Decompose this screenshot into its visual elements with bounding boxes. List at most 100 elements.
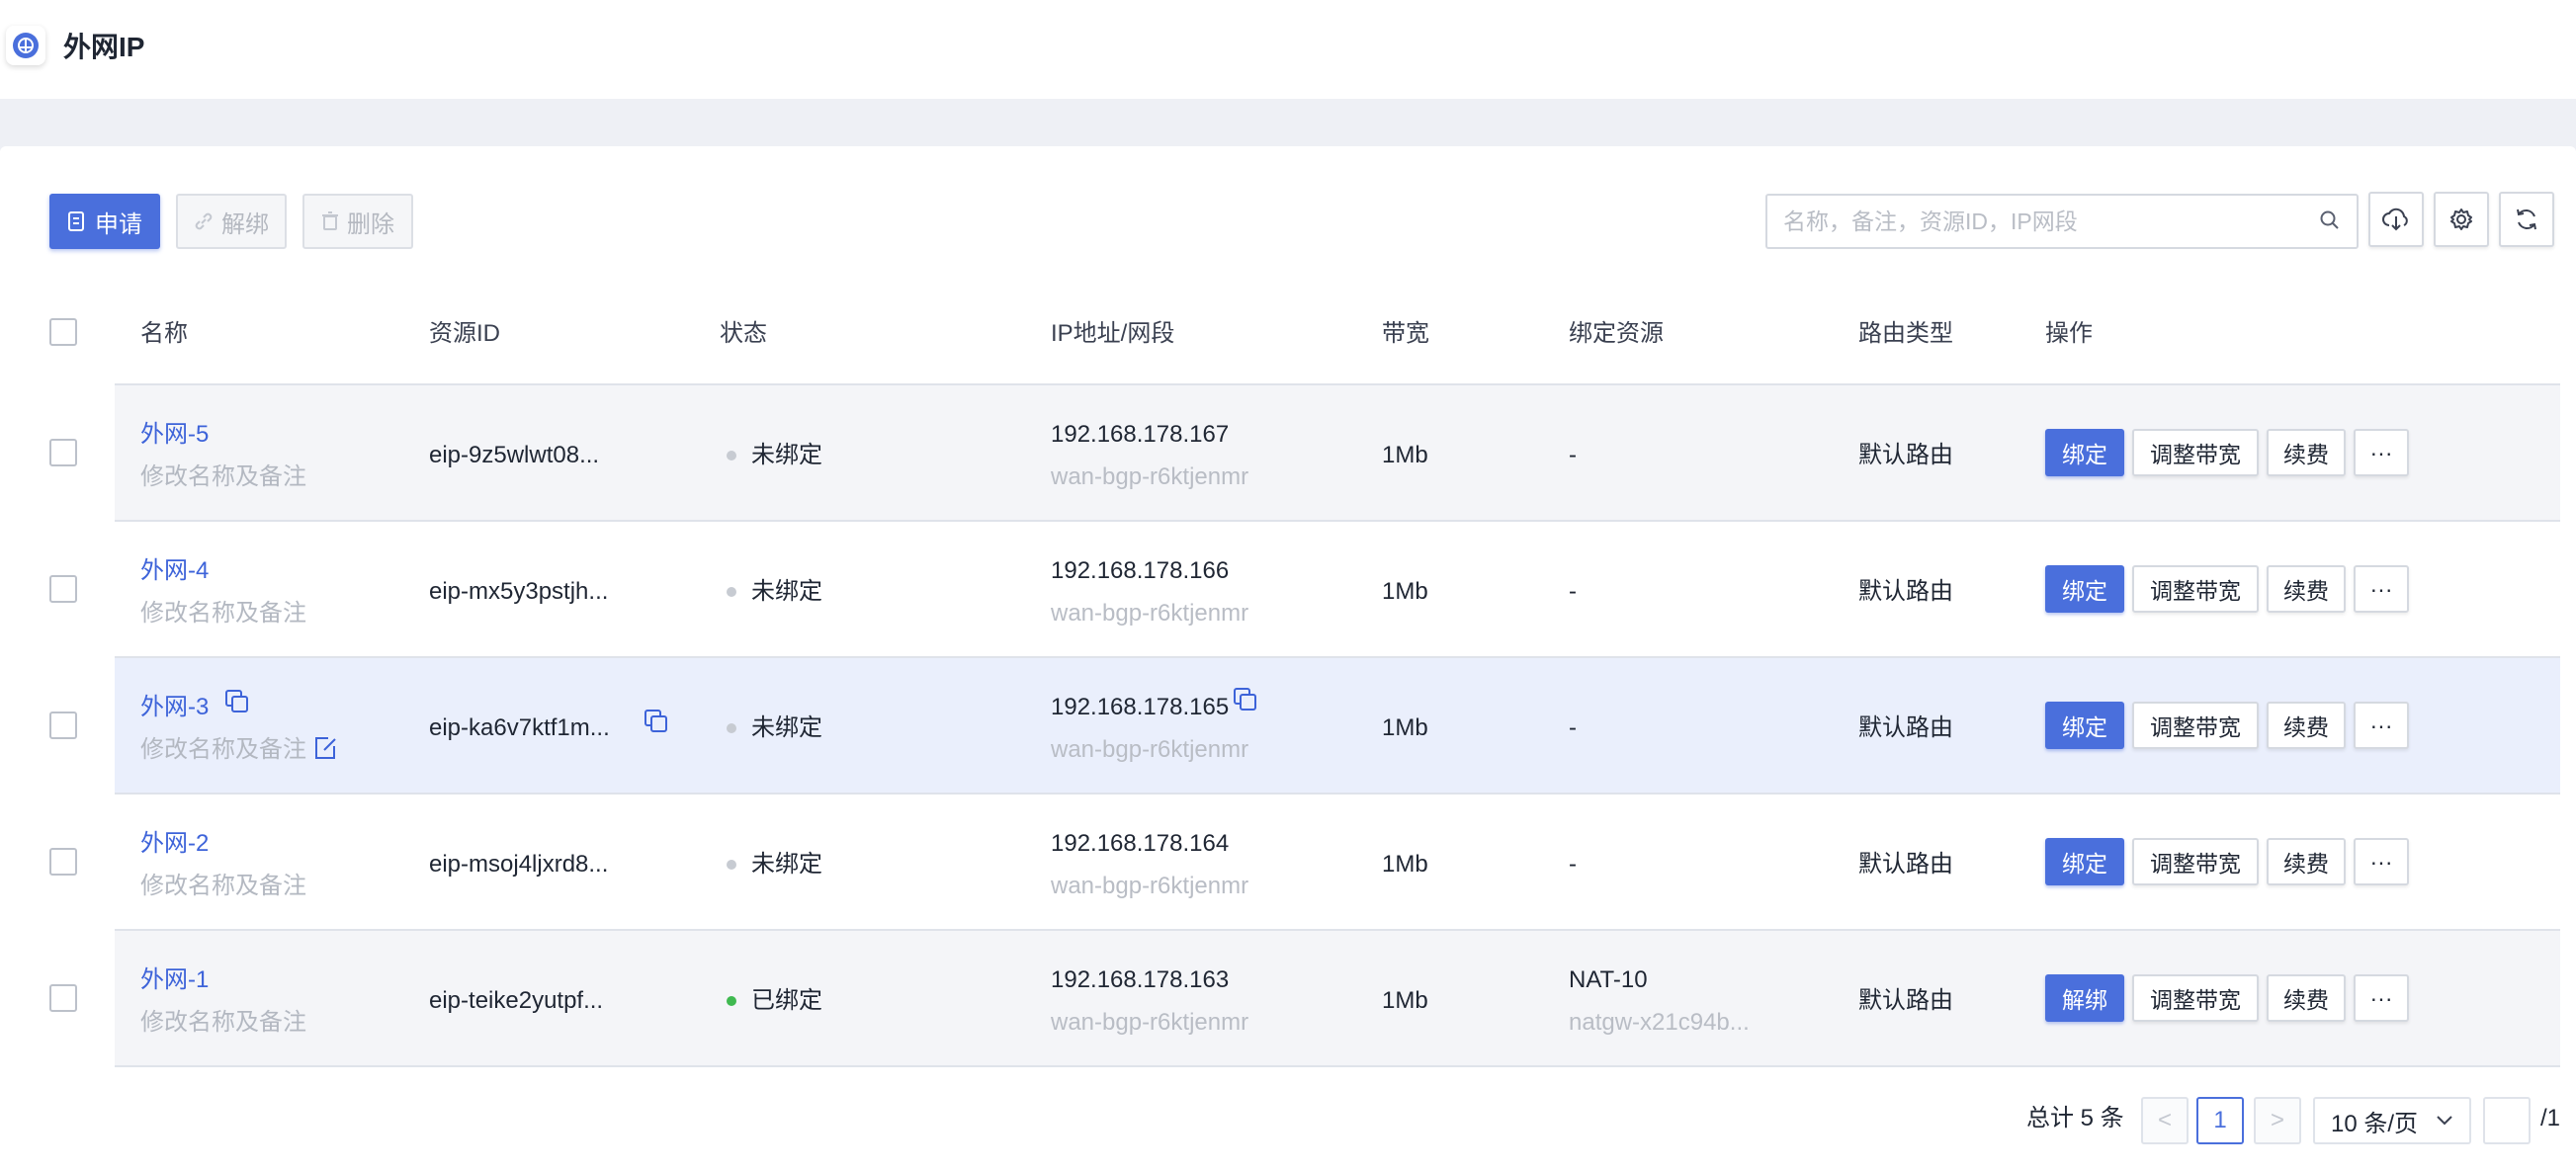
page-1-button[interactable]: 1 xyxy=(2196,1097,2244,1144)
status-dot xyxy=(727,723,736,733)
row-remark-link[interactable]: 修改名称及备注 xyxy=(140,734,306,766)
row-resource-id: eip-mx5y3pstjh... xyxy=(429,578,609,605)
apply-button[interactable]: 申请 xyxy=(49,194,160,249)
settings-button[interactable] xyxy=(2434,192,2489,247)
next-page-button[interactable]: > xyxy=(2254,1097,2301,1144)
row-bandwidth: 1Mb xyxy=(1382,851,1428,878)
more-button[interactable]: ··· xyxy=(2354,974,2409,1022)
trash-icon xyxy=(322,211,338,230)
apply-button-label: 申请 xyxy=(95,210,142,238)
renew-button[interactable]: 续费 xyxy=(2267,429,2346,476)
status-dot xyxy=(727,860,736,870)
table-row: 外网-5 修改名称及备注 eip-9z5wlwt08... 未绑定 192.16… xyxy=(115,383,2560,520)
row-checkbox[interactable] xyxy=(49,984,77,1012)
copy-icon[interactable] xyxy=(1232,686,1259,713)
gear-icon xyxy=(2450,209,2472,230)
renew-button[interactable]: 续费 xyxy=(2267,974,2346,1022)
cloud-download-icon xyxy=(2382,208,2408,231)
page-size-select[interactable]: 10 条/页 xyxy=(2313,1097,2471,1144)
column-header-name: 名称 xyxy=(140,320,188,347)
row-name-link[interactable]: 外网-2 xyxy=(140,828,209,860)
delete-button[interactable]: 删除 xyxy=(302,194,413,249)
table-row: 外网-3 修改名称及备注 eip-ka6v7ktf1m... 未绑定 192.1… xyxy=(115,656,2560,793)
select-all-checkbox[interactable] xyxy=(49,318,77,346)
bind-button[interactable]: 绑定 xyxy=(2045,429,2124,476)
row-bound-resource-id: natgw-x21c94b... xyxy=(1569,1009,1750,1036)
row-ip: 192.168.178.163 xyxy=(1051,966,1230,993)
adjust-bandwidth-button[interactable]: 调整带宽 xyxy=(2132,429,2259,476)
row-name-link[interactable]: 外网-3 xyxy=(140,692,209,723)
edit-icon[interactable] xyxy=(312,735,338,761)
row-resource-id: eip-ka6v7ktf1m... xyxy=(429,714,610,741)
page-jump-input[interactable] xyxy=(2483,1097,2531,1144)
row-checkbox[interactable] xyxy=(49,439,77,466)
table-bottom-divider xyxy=(115,1065,2560,1067)
renew-button[interactable]: 续费 xyxy=(2267,702,2346,749)
network-globe-icon xyxy=(13,33,39,58)
row-name-link[interactable]: 外网-4 xyxy=(140,555,209,587)
row-bound-resource: NAT-10 xyxy=(1569,966,1648,993)
row-checkbox[interactable] xyxy=(49,848,77,876)
search-input[interactable] xyxy=(1783,206,2297,237)
unbind-button[interactable]: 解绑 xyxy=(176,194,287,249)
refresh-button[interactable] xyxy=(2499,192,2554,247)
renew-button[interactable]: 续费 xyxy=(2267,838,2346,885)
row-bound-resource: - xyxy=(1569,442,1577,468)
row-route-type: 默认路由 xyxy=(1858,851,1953,878)
row-remark-link[interactable]: 修改名称及备注 xyxy=(140,461,306,493)
column-header-route-type: 路由类型 xyxy=(1858,320,1953,347)
bind-button[interactable]: 绑定 xyxy=(2045,565,2124,613)
search-icon[interactable] xyxy=(2319,209,2341,231)
adjust-bandwidth-button[interactable]: 调整带宽 xyxy=(2132,565,2259,613)
document-icon xyxy=(68,211,84,231)
row-status: 未绑定 xyxy=(751,578,822,605)
row-bandwidth: 1Mb xyxy=(1382,714,1428,741)
page-size-value: 10 条/页 xyxy=(2331,1110,2419,1137)
chevron-down-icon xyxy=(2437,1116,2452,1126)
more-button[interactable]: ··· xyxy=(2354,702,2409,749)
column-header-bound-resource: 绑定资源 xyxy=(1569,320,1664,347)
more-button[interactable]: ··· xyxy=(2354,429,2409,476)
row-remark-link[interactable]: 修改名称及备注 xyxy=(140,1007,306,1039)
row-ip: 192.168.178.167 xyxy=(1051,421,1230,448)
total-pages: /1 xyxy=(2540,1105,2561,1131)
row-status: 未绑定 xyxy=(751,851,822,878)
column-header-actions: 操作 xyxy=(2045,320,2093,347)
copy-icon[interactable] xyxy=(223,688,251,715)
bind-button[interactable]: 绑定 xyxy=(2045,838,2124,885)
table-row: 外网-2 修改名称及备注 eip-msoj4ljxrd8... 未绑定 192.… xyxy=(115,793,2560,929)
pagination-total: 总计 5 条 xyxy=(2026,1105,2124,1131)
adjust-bandwidth-button[interactable]: 调整带宽 xyxy=(2132,974,2259,1022)
renew-button[interactable]: 续费 xyxy=(2267,565,2346,613)
page-header: 外网IP xyxy=(0,0,2576,99)
row-ip: 192.168.178.166 xyxy=(1051,557,1230,584)
column-header-resource-id: 资源ID xyxy=(429,320,500,347)
row-route-type: 默认路由 xyxy=(1858,578,1953,605)
row-bound-resource: - xyxy=(1569,714,1577,741)
unbind-row-button[interactable]: 解绑 xyxy=(2045,974,2124,1022)
row-checkbox[interactable] xyxy=(49,712,77,739)
more-button[interactable]: ··· xyxy=(2354,565,2409,613)
status-dot xyxy=(727,996,736,1006)
more-button[interactable]: ··· xyxy=(2354,838,2409,885)
main-panel: 申请 解绑 删除 名称，备注，资源ID，IP网段 名称 资源ID 状态 IP地址… xyxy=(0,146,2576,1172)
row-remark-link[interactable]: 修改名称及备注 xyxy=(140,871,306,902)
row-bound-resource: - xyxy=(1569,578,1577,605)
row-status: 已绑定 xyxy=(751,987,822,1014)
prev-page-button[interactable]: < xyxy=(2141,1097,2189,1144)
row-route-type: 默认路由 xyxy=(1858,714,1953,741)
adjust-bandwidth-button[interactable]: 调整带宽 xyxy=(2132,702,2259,749)
adjust-bandwidth-button[interactable]: 调整带宽 xyxy=(2132,838,2259,885)
status-dot xyxy=(727,587,736,597)
bind-button[interactable]: 绑定 xyxy=(2045,702,2124,749)
copy-icon[interactable] xyxy=(643,708,670,735)
row-status: 未绑定 xyxy=(751,442,822,468)
row-name-link[interactable]: 外网-1 xyxy=(140,964,209,996)
row-bandwidth: 1Mb xyxy=(1382,578,1428,605)
row-remark-link[interactable]: 修改名称及备注 xyxy=(140,598,306,629)
row-checkbox[interactable] xyxy=(49,575,77,603)
row-ip: 192.168.178.164 xyxy=(1051,830,1230,857)
row-name-link[interactable]: 外网-5 xyxy=(140,419,209,451)
download-button[interactable] xyxy=(2368,192,2424,247)
search-box xyxy=(1765,194,2359,249)
